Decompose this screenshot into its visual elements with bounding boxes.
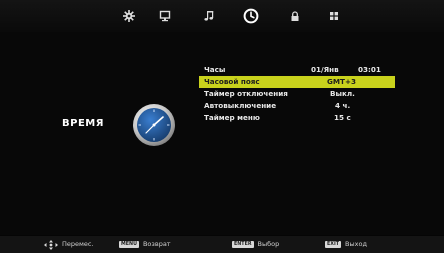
sleep-timer-label: Таймер отключения: [204, 89, 288, 98]
time-settings-menu: Часы 01/Янв 03:01 Часовой пояс GMT+3 Тай…: [199, 64, 395, 124]
menu-key-icon: MENU: [119, 241, 139, 248]
dpad-icon: [44, 239, 58, 250]
auto-off-label: Автовыключение: [204, 101, 277, 110]
hint-back-label: Возврат: [142, 240, 171, 248]
screen-icon[interactable]: [154, 5, 176, 27]
clock-time-value: 03:01: [358, 65, 381, 74]
menu-row-timezone[interactable]: Часовой пояс GMT+3: [199, 76, 395, 88]
sleep-timer-value: Выкл.: [330, 89, 355, 98]
picture-settings-icon[interactable]: [118, 5, 140, 27]
menu-content-area: [0, 32, 444, 235]
hint-move: Перемес.: [44, 236, 94, 253]
sound-icon[interactable]: [198, 5, 220, 27]
enter-key-icon: ENTER: [232, 241, 254, 248]
section-title: ВРЕМЯ: [62, 118, 104, 129]
menu-timer-label: Таймер меню: [204, 113, 260, 122]
hint-exit-label: Выход: [345, 240, 367, 248]
hint-exit: EXIT Выход: [325, 236, 367, 253]
menu-tab-bar: [0, 0, 444, 32]
hint-select-label: Выбор: [257, 240, 280, 248]
lock-icon[interactable]: [284, 5, 306, 27]
clock-date-value: 01/Янв: [311, 65, 339, 74]
footer-hint-bar: Перемес. MENU Возврат ENTER Выбор EXIT В…: [0, 236, 444, 253]
menu-row-auto-off[interactable]: Автовыключение 4 ч.: [199, 100, 395, 112]
timezone-value: GMT+3: [327, 77, 356, 86]
tv-osd-screen: ВРЕМЯ Часы 01/Янв 03:01 Часовой пояс GMT…: [0, 0, 444, 253]
auto-off-value: 4 ч.: [335, 101, 351, 110]
menu-row-menu-timer[interactable]: Таймер меню 15 с: [199, 112, 395, 124]
exit-key-icon: EXIT: [325, 241, 342, 248]
time-icon[interactable]: [240, 5, 262, 27]
clock-label: Часы: [204, 65, 226, 74]
menu-row-clock[interactable]: Часы 01/Янв 03:01: [199, 64, 395, 76]
menu-timer-value: 15 с: [334, 113, 351, 122]
analog-clock-icon: [132, 103, 176, 147]
hint-back: MENU Возврат: [119, 236, 171, 253]
menu-row-sleep-timer[interactable]: Таймер отключения Выкл.: [199, 88, 395, 100]
timezone-label: Часовой пояс: [204, 77, 260, 86]
hint-move-label: Перемес.: [62, 240, 94, 248]
hint-select: ENTER Выбор: [232, 236, 279, 253]
apps-icon[interactable]: [323, 5, 345, 27]
